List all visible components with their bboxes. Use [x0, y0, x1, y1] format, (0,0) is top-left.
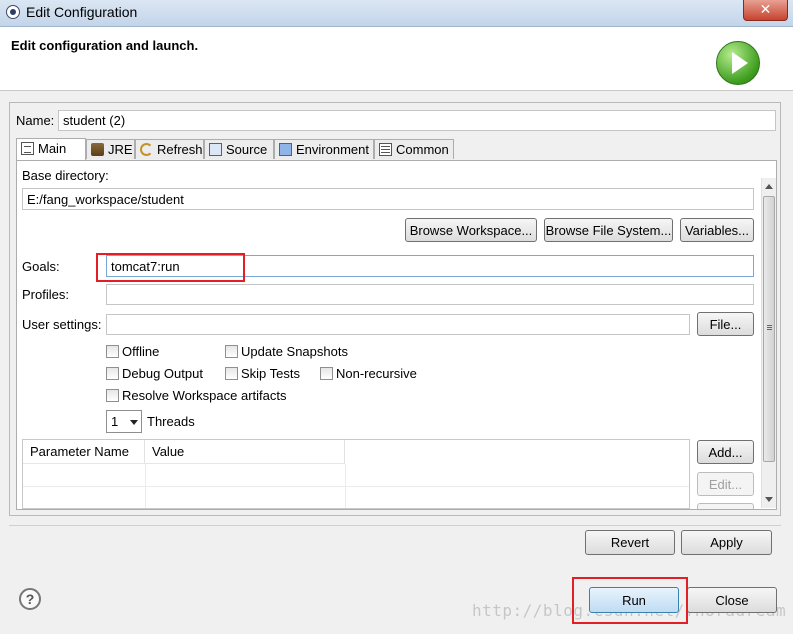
resolve-workspace-checkbox[interactable] — [106, 389, 119, 402]
offline-checkbox[interactable] — [106, 345, 119, 358]
threads-value: 1 — [111, 414, 119, 429]
user-settings-label: User settings: — [22, 317, 102, 332]
divider — [9, 525, 781, 526]
non-recursive-checkbox[interactable] — [320, 367, 333, 380]
update-snapshots-label: Update Snapshots — [241, 344, 348, 359]
tab-label: Environment — [296, 142, 369, 157]
goals-label: Goals: — [22, 259, 60, 274]
close-window-button[interactable]: ✕ — [743, 0, 788, 21]
revert-button[interactable]: Revert — [585, 530, 675, 555]
apply-button[interactable]: Apply — [681, 530, 772, 555]
chevron-down-icon — [130, 420, 138, 425]
scrollbar-thumb[interactable] — [763, 196, 775, 462]
add-parameter-button[interactable]: Add... — [697, 440, 754, 464]
column-header-parameter-name[interactable]: Parameter Name — [23, 440, 145, 464]
environment-icon — [279, 143, 292, 156]
tab-main[interactable]: Main — [16, 138, 86, 160]
name-label: Name: — [16, 113, 55, 128]
source-icon — [209, 143, 222, 156]
window-title: Edit Configuration — [26, 4, 138, 20]
update-snapshots-checkbox[interactable] — [225, 345, 238, 358]
common-icon — [379, 143, 392, 156]
skip-tests-label: Skip Tests — [241, 366, 301, 381]
refresh-icon — [140, 143, 153, 156]
tab-environment[interactable]: Environment — [274, 139, 374, 159]
edit-parameter-button[interactable]: Edit... — [697, 472, 754, 496]
remove-parameter-button[interactable] — [697, 503, 754, 509]
debug-output-label: Debug Output — [122, 366, 203, 381]
vertical-scrollbar[interactable] — [761, 178, 776, 508]
tab-common[interactable]: Common — [374, 139, 454, 159]
tab-label: Refresh — [157, 142, 203, 157]
base-directory-label: Base directory: — [22, 168, 109, 183]
main-tab-icon — [21, 142, 34, 155]
run-icon — [716, 41, 760, 85]
table-row-divider — [23, 508, 689, 509]
tab-label: Source — [226, 142, 268, 157]
base-directory-input[interactable] — [22, 188, 754, 210]
column-header-value[interactable]: Value — [145, 440, 345, 464]
eclipse-icon — [6, 5, 20, 19]
browse-workspace-button[interactable]: Browse Workspace... — [405, 218, 537, 242]
jre-icon — [91, 143, 104, 156]
run-button[interactable]: Run — [589, 587, 679, 613]
banner-heading: Edit configuration and launch. — [11, 38, 199, 53]
scroll-up-icon[interactable] — [765, 184, 773, 189]
name-input[interactable] — [58, 110, 776, 131]
browse-file-system-button[interactable]: Browse File System... — [544, 218, 673, 242]
grip-icon — [767, 325, 772, 326]
dialog-banner: Edit configuration and launch. — [0, 27, 793, 91]
offline-label: Offline — [122, 344, 160, 359]
resolve-workspace-label: Resolve Workspace artifacts — [122, 388, 287, 403]
non-recursive-label: Non-recursive — [336, 366, 417, 381]
threads-select[interactable]: 1 — [106, 410, 142, 433]
goals-input[interactable] — [106, 255, 754, 277]
threads-label: Threads — [147, 414, 195, 429]
variables-button[interactable]: Variables... — [680, 218, 754, 242]
debug-output-checkbox[interactable] — [106, 367, 119, 380]
help-icon[interactable]: ? — [19, 588, 41, 610]
table-row-divider — [23, 486, 689, 487]
tab-jre[interactable]: JRE — [86, 139, 135, 159]
user-settings-input[interactable] — [106, 314, 690, 335]
tab-source[interactable]: Source — [204, 139, 274, 159]
parameters-table[interactable]: Parameter Name Value — [22, 439, 690, 509]
table-column-divider — [345, 464, 346, 508]
skip-tests-checkbox[interactable] — [225, 367, 238, 380]
profiles-input[interactable] — [106, 284, 754, 305]
tab-refresh[interactable]: Refresh — [135, 139, 204, 159]
tab-label: JRE — [108, 142, 133, 157]
close-button[interactable]: Close — [687, 587, 777, 613]
scroll-down-icon[interactable] — [765, 497, 773, 502]
table-column-divider — [145, 464, 146, 508]
tab-label: Common — [396, 142, 449, 157]
tab-label: Main — [38, 141, 67, 156]
file-button[interactable]: File... — [697, 312, 754, 336]
title-bar: Edit Configuration ✕ — [0, 0, 793, 27]
profiles-label: Profiles: — [22, 287, 69, 302]
